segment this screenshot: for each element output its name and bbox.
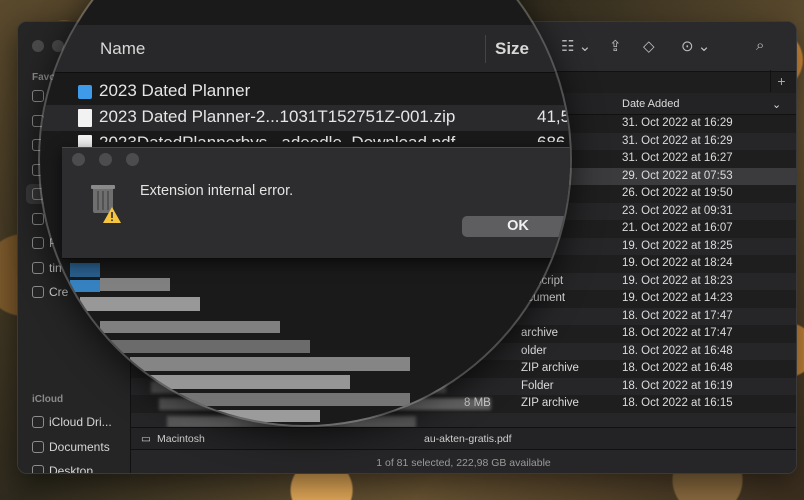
- share-icon[interactable]: ⇪: [609, 37, 622, 55]
- row-date-added: 29. Oct 2022 at 07:53: [622, 169, 733, 182]
- file-name: 2023 Dated Planner-2...1031T152751Z-001.…: [99, 107, 456, 126]
- file-name: 2023 Dated Planner: [99, 81, 251, 100]
- more-actions-icon[interactable]: ⊙ ⌄: [681, 37, 710, 55]
- row-date-added: 18. Oct 2022 at 17:47: [622, 327, 733, 339]
- sidebar-item[interactable]: iCloud Dri...: [26, 412, 126, 432]
- row-date-added: 19. Oct 2022 at 18:25: [622, 239, 733, 252]
- new-tab-icon[interactable]: +: [770, 70, 792, 92]
- dialog-zoom-button[interactable]: [126, 153, 139, 166]
- lens-column-header: Name Size: [40, 25, 570, 73]
- sort-chevron-icon[interactable]: ⌄: [772, 98, 781, 111]
- dialog-window-controls: [72, 153, 139, 166]
- row-date-added: 19. Oct 2022 at 14:23: [622, 292, 733, 304]
- document-icon: [78, 109, 92, 127]
- document-icon: [32, 440, 44, 453]
- sidebar-item-label: Documents: [49, 439, 110, 454]
- column-size[interactable]: Size: [495, 39, 529, 59]
- dialog-close-button[interactable]: [72, 153, 85, 166]
- row-date-added: 18. Oct 2022 at 16:48: [622, 344, 733, 357]
- column-separator: [485, 35, 486, 63]
- row-date-added: 31. Oct 2022 at 16:29: [622, 117, 733, 129]
- document-icon: [32, 286, 44, 298]
- path-disk[interactable]: Macintosh: [157, 433, 205, 445]
- folder-icon: [32, 212, 44, 225]
- pictures-icon: [32, 237, 44, 249]
- row-date-added: 23. Oct 2022 at 09:31: [622, 204, 733, 217]
- tag-icon[interactable]: ◇: [643, 37, 655, 55]
- row-date-added: 21. Oct 2022 at 16:07: [622, 222, 733, 234]
- search-icon[interactable]: ⌕: [756, 37, 764, 54]
- status-bar: 1 of 81 selected, 222,98 GB available: [131, 449, 796, 473]
- sidebar-item[interactable]: Desktop: [26, 461, 126, 474]
- alert-message: Extension internal error.: [140, 183, 294, 199]
- row-date-added: 31. Oct 2022 at 16:29: [622, 134, 733, 147]
- trash-warning-icon: [91, 185, 121, 223]
- dialog-minimize-button[interactable]: [99, 153, 112, 166]
- sidebar-item-label: Desktop: [49, 464, 94, 474]
- folder-icon: [32, 261, 44, 274]
- path-file[interactable]: au-akten-gratis.pdf: [424, 433, 512, 445]
- sidebar-item[interactable]: Documents: [26, 437, 126, 457]
- row-date-added: 18. Oct 2022 at 16:15: [622, 397, 733, 409]
- folder-icon: [78, 85, 92, 99]
- row-date-added: 19. Oct 2022 at 18:23: [622, 274, 733, 287]
- row-kind: older: [521, 344, 547, 357]
- icloud-header: iCloud: [32, 394, 64, 405]
- file-row[interactable]: 2023 Dated Planner: [40, 79, 570, 105]
- row-date-added: 18. Oct 2022 at 17:47: [622, 309, 733, 322]
- column-date-added[interactable]: Date Added: [622, 98, 680, 110]
- file-row[interactable]: 2023 Dated Planner-2...1031T152751Z-001.…: [40, 105, 570, 131]
- row-size: 8 MB: [464, 397, 491, 409]
- sidebar-item-label: Cre: [49, 285, 69, 299]
- row-date-added: 18. Oct 2022 at 16:19: [622, 379, 733, 392]
- desktop-icon: [32, 465, 44, 473]
- row-date-added: 19. Oct 2022 at 18:24: [622, 257, 733, 269]
- column-name[interactable]: Name: [100, 39, 145, 59]
- row-kind: archive: [521, 327, 559, 339]
- row-kind: Folder: [521, 379, 554, 392]
- row-kind: ZIP archive: [521, 397, 579, 409]
- cloud-icon: [32, 416, 44, 428]
- alert-dialog: Extension internal error. OK: [62, 147, 570, 259]
- row-date-added: 26. Oct 2022 at 19:50: [622, 187, 733, 199]
- row-date-added: 18. Oct 2022 at 16:48: [622, 362, 733, 374]
- row-date-added: 31. Oct 2022 at 16:27: [622, 152, 733, 164]
- row-kind: ZIP archive: [521, 362, 579, 374]
- ok-button[interactable]: OK: [462, 216, 570, 237]
- sidebar-item-label: iCloud Dri...: [49, 415, 112, 429]
- file-size: 41,5: [537, 107, 570, 126]
- path-bar: ▭ Macintosh au-akten-gratis.pdf: [131, 427, 796, 449]
- disk-icon: ▭: [141, 433, 151, 445]
